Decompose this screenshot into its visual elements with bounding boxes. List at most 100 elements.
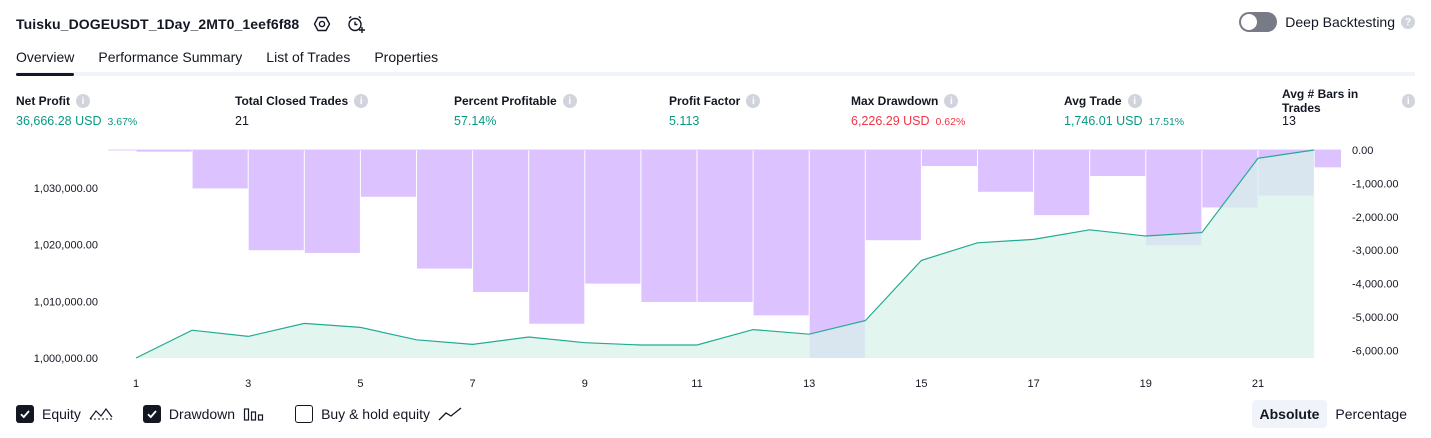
legend-equity[interactable]: Equity bbox=[16, 405, 113, 423]
info-icon[interactable]: i bbox=[354, 94, 369, 108]
metric-percent-profitable: Percent Profitable i 57.14% bbox=[454, 92, 577, 130]
tab-performance-summary[interactable]: Performance Summary bbox=[98, 44, 242, 72]
metric-avg-trade: Avg Trade i 1,746.01 USD 17.51% bbox=[1064, 92, 1184, 130]
metric-label: Profit Factor bbox=[669, 94, 741, 108]
drawdown-bar bbox=[1146, 150, 1202, 246]
x-axis-tick-label: 3 bbox=[245, 378, 251, 390]
drawdown-bar bbox=[417, 150, 473, 269]
metric-label: Avg Trade bbox=[1064, 94, 1122, 108]
info-icon[interactable]: i bbox=[1127, 94, 1142, 108]
legend-label: Drawdown bbox=[168, 406, 236, 422]
equity-drawdown-chart: 1,000,000.00 1,010,000.00 1,020,000.00 1,03… bbox=[34, 145, 1399, 390]
legend-drawdown[interactable]: Drawdown bbox=[142, 405, 265, 423]
x-axis-tick-label: 21 bbox=[1252, 378, 1264, 390]
metric-label: Net Profit bbox=[16, 94, 70, 108]
right-axis-tick-label: 0.00 bbox=[1352, 145, 1373, 157]
x-axis-tick-label: 11 bbox=[691, 378, 702, 390]
info-icon[interactable]: i bbox=[746, 94, 761, 108]
drawdown-bars-icon bbox=[243, 406, 265, 422]
metric-net-profit: Net Profit i 36,666.28 USD 3.67% bbox=[16, 92, 137, 130]
drawdown-bar bbox=[1034, 150, 1090, 216]
drawdown-bar bbox=[360, 150, 416, 197]
buy-hold-line-icon bbox=[438, 406, 462, 422]
deep-backtesting-toggle[interactable] bbox=[1239, 12, 1278, 32]
drawdown-bar bbox=[304, 150, 360, 253]
drawdown-bar bbox=[978, 150, 1034, 192]
metric-percent: 3.67% bbox=[107, 116, 138, 128]
drawdown-bar bbox=[248, 150, 304, 251]
help-icon[interactable]: ? bbox=[1401, 15, 1415, 29]
metric-percent: 17.51% bbox=[1148, 116, 1185, 128]
right-axis-tick-label: -6,000.00 bbox=[1352, 345, 1398, 357]
metric-total-closed-trades: Total Closed Trades i 21 bbox=[235, 92, 369, 130]
equity-checkbox[interactable] bbox=[16, 405, 34, 423]
metric-profit-factor: Profit Factor i 5.113 bbox=[669, 92, 761, 130]
info-icon[interactable]: i bbox=[1401, 94, 1415, 108]
x-axis-tick-label: 17 bbox=[1027, 378, 1039, 390]
chart-legend: Equity Drawdown Buy & hold equity bbox=[16, 403, 492, 425]
metric-value: 57.14% bbox=[454, 114, 497, 128]
metric-label: Total Closed Trades bbox=[235, 94, 349, 108]
right-axis-tick-label: -5,000.00 bbox=[1352, 312, 1398, 324]
info-icon[interactable]: i bbox=[944, 94, 959, 108]
drawdown-checkbox[interactable] bbox=[142, 405, 161, 423]
drawdown-bar bbox=[641, 150, 697, 303]
metric-label: Max Drawdown bbox=[851, 94, 939, 108]
info-icon[interactable]: i bbox=[562, 94, 577, 108]
drawdown-bar bbox=[865, 150, 921, 241]
metric-value: 5.113 bbox=[669, 114, 700, 128]
percentage-button[interactable]: Percentage bbox=[1327, 400, 1415, 428]
metric-percent: 0.62% bbox=[935, 116, 966, 128]
metrics-row: Net Profit i 36,666.28 USD 3.67% Total Clo… bbox=[16, 87, 1415, 132]
metric-value: 13 bbox=[1282, 114, 1296, 128]
right-axis-tick-label: -2,000.00 bbox=[1352, 212, 1398, 224]
drawdown-bar bbox=[136, 150, 192, 152]
left-axis-tick-label: 1,030,000.00 bbox=[34, 183, 98, 195]
tab-list-of-trades[interactable]: List of Trades bbox=[266, 44, 350, 72]
legend-label: Buy & hold equity bbox=[321, 406, 431, 422]
right-axis-tick-label: -3,000.00 bbox=[1352, 245, 1398, 257]
settings-icon[interactable] bbox=[311, 13, 333, 35]
x-axis-tick-label: 19 bbox=[1140, 378, 1152, 390]
drawdown-bar bbox=[921, 150, 977, 167]
legend-label: Equity bbox=[42, 406, 81, 422]
info-icon[interactable]: i bbox=[76, 94, 90, 108]
left-axis-tick-label: 1,000,000.00 bbox=[34, 353, 98, 365]
left-axis-tick-label: 1,020,000.00 bbox=[34, 240, 98, 252]
metric-value: 36,666.28 USD bbox=[16, 114, 102, 128]
tab-properties[interactable]: Properties bbox=[374, 44, 438, 72]
right-axis-tick-label: -1,000.00 bbox=[1352, 178, 1398, 190]
mode-switch: Absolute Percentage bbox=[1251, 400, 1416, 428]
drawdown-bar bbox=[1090, 150, 1146, 177]
metric-label: Percent Profitable bbox=[454, 94, 557, 108]
drawdown-bar bbox=[697, 150, 753, 303]
drawdown-bar bbox=[585, 150, 641, 284]
absolute-button[interactable]: Absolute bbox=[1251, 400, 1328, 428]
x-axis-tick-label: 9 bbox=[582, 378, 588, 390]
drawdown-bar bbox=[529, 150, 585, 324]
x-axis-tick-label: 5 bbox=[357, 378, 363, 390]
tab-overview[interactable]: Overview bbox=[16, 44, 75, 76]
left-axis-tick-label: 1,010,000.00 bbox=[34, 296, 98, 308]
report-tabs: Overview Performance Summary List of Tra… bbox=[16, 44, 1415, 76]
metric-label: Avg # Bars in Trades bbox=[1282, 87, 1359, 115]
metric-avg-bars-in-trades: Avg # Bars in Trades i 13 bbox=[1282, 87, 1415, 130]
drawdown-bar bbox=[753, 150, 809, 316]
drawdown-bar bbox=[1314, 150, 1341, 168]
x-axis-tick-label: 15 bbox=[915, 378, 927, 390]
legend-buy-hold-equity[interactable]: Buy & hold equity bbox=[295, 405, 462, 423]
add-alert-icon[interactable] bbox=[345, 13, 367, 35]
buy-hold-checkbox[interactable] bbox=[295, 405, 314, 423]
drawdown-bar bbox=[473, 150, 529, 292]
right-axis-tick-label: -4,000.00 bbox=[1352, 279, 1398, 291]
x-axis-tick-label: 13 bbox=[803, 378, 815, 390]
metric-value: 1,746.01 USD bbox=[1064, 114, 1143, 128]
x-axis-tick-label: 1 bbox=[133, 378, 139, 390]
metric-max-drawdown: Max Drawdown i 6,226.29 USD 0.62% bbox=[851, 92, 965, 130]
metric-value: 21 bbox=[235, 114, 249, 128]
strategy-header: Tuisku_DOGEUSDT_1Day_2MT0_1eef6f88 bbox=[16, 10, 367, 38]
drawdown-bar bbox=[192, 150, 248, 189]
deep-backtesting: Deep Backtesting ? bbox=[1239, 12, 1415, 32]
strategy-name: Tuisku_DOGEUSDT_1Day_2MT0_1eef6f88 bbox=[16, 16, 300, 32]
equity-line-icon bbox=[89, 406, 113, 422]
